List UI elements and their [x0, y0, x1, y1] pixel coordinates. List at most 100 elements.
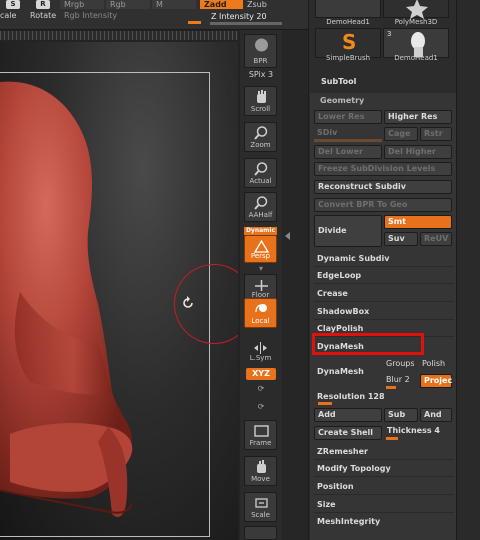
freeze-subdivision-button[interactable]: Freeze SubDivision Levels: [314, 162, 452, 176]
lsym-button[interactable]: L.Sym: [244, 338, 277, 364]
divider: [314, 512, 454, 513]
rotate-icon: R: [36, 0, 50, 9]
size-header[interactable]: Size: [317, 500, 336, 509]
scale-view-icon: [255, 498, 268, 508]
simplebrush-icon: S: [342, 30, 357, 54]
convert-bpr-button[interactable]: Convert BPR To Geo: [314, 198, 452, 212]
rotate-tool-button[interactable]: R Rotate: [30, 0, 56, 22]
persp-button[interactable]: Persp: [244, 235, 277, 263]
higher-res-button[interactable]: Higher Res: [384, 110, 452, 124]
cage-button[interactable]: Cage: [384, 127, 418, 141]
reconstruct-subdiv-button[interactable]: Reconstruct Subdiv: [314, 180, 452, 194]
axis-y-icon[interactable]: ⟳: [240, 384, 282, 393]
del-lower-button[interactable]: Del Lower: [314, 145, 382, 159]
geometry-header[interactable]: Geometry: [320, 96, 364, 105]
crease-header[interactable]: Crease: [317, 289, 348, 298]
subtool-thumb-polymesh[interactable]: [383, 0, 449, 19]
polish-toggle[interactable]: Polish: [422, 359, 445, 368]
frame-button[interactable]: Frame: [244, 420, 277, 450]
subtool-header[interactable]: SubTool: [321, 77, 356, 86]
rgb-intensity-slider[interactable]: Rgb Intensity: [60, 10, 200, 22]
sdiv-slider[interactable]: SDiv: [317, 128, 337, 137]
groups-toggle[interactable]: Groups: [386, 359, 415, 368]
scroll-button[interactable]: Scroll: [244, 86, 277, 116]
axis-z-icon[interactable]: ⟳: [240, 402, 282, 411]
frame-icon: [254, 425, 269, 437]
and-button[interactable]: And: [420, 408, 452, 422]
local-label: Local: [251, 317, 270, 325]
edgeloop-header[interactable]: EdgeLoop: [317, 271, 361, 280]
lower-res-button[interactable]: Lower Res: [314, 110, 382, 124]
meshintegrity-header[interactable]: MeshIntegrity: [317, 517, 380, 526]
resolution-slider[interactable]: Resolution 128: [317, 392, 385, 401]
rotate-view-button[interactable]: [244, 526, 277, 540]
local-icon: [255, 304, 267, 313]
divider: [314, 266, 454, 267]
document-canvas[interactable]: [0, 42, 238, 540]
scale-tool-button[interactable]: S cale: [0, 0, 26, 22]
zsub-button[interactable]: Zsub: [247, 0, 281, 9]
blur-slider[interactable]: Blur 2: [386, 375, 410, 384]
smt-toggle[interactable]: Smt: [384, 215, 452, 229]
actual-label: Actual: [249, 177, 272, 185]
move-label: Move: [251, 475, 270, 483]
aahalf-label: AAHalf: [248, 211, 273, 219]
canvas-ruler: [0, 31, 238, 40]
rstr-button[interactable]: Rstr: [420, 127, 452, 141]
suv-toggle[interactable]: Suv: [384, 232, 418, 246]
reuv-button[interactable]: ReUV: [420, 232, 452, 246]
dynamic-subdiv-header[interactable]: Dynamic Subdiv: [317, 254, 389, 263]
symmetry-icon: [254, 342, 267, 354]
actual-button[interactable]: Actual: [244, 158, 277, 188]
modify-topology-header[interactable]: Modify Topology: [317, 464, 391, 473]
move-hand-icon: [257, 460, 266, 473]
chevron-down-icon: ▾: [258, 264, 263, 273]
dynamesh-header[interactable]: DynaMesh: [317, 342, 364, 351]
subtool-thumb-label: DemoHead1: [326, 18, 370, 26]
subtool-thumb-label: SimpleBrush: [325, 54, 371, 62]
divider: [314, 283, 454, 284]
aahalf-button[interactable]: AAHalf: [244, 192, 277, 222]
sdiv-track: [314, 139, 382, 142]
zremesher-header[interactable]: ZRemesher: [317, 447, 368, 456]
bpr-button[interactable]: BPR: [244, 34, 277, 68]
thumb-badge: 3: [387, 30, 392, 38]
z-intensity-track: [210, 22, 282, 25]
rgb-button[interactable]: Rgb: [106, 0, 150, 9]
blur-fill: [386, 386, 396, 389]
create-shell-button[interactable]: Create Shell: [314, 426, 382, 440]
lsym-label: L.Sym: [249, 354, 272, 362]
project-toggle[interactable]: Projec: [420, 374, 452, 388]
claypolish-header[interactable]: ClayPolish: [317, 324, 363, 333]
m-button[interactable]: M: [152, 0, 196, 9]
scale-view-button[interactable]: Scale: [244, 492, 277, 522]
thickness-slider[interactable]: Thickness 4: [387, 426, 440, 435]
xyz-button[interactable]: XYZ: [246, 368, 276, 380]
divider: [314, 301, 454, 302]
divide-button[interactable]: Divide: [314, 215, 382, 247]
local-button[interactable]: Local: [244, 298, 277, 328]
scale-view-label: Scale: [251, 511, 270, 519]
zadd-button[interactable]: Zadd: [200, 0, 243, 9]
star-icon: [406, 0, 428, 19]
move-button[interactable]: Move: [244, 456, 277, 486]
position-header[interactable]: Position: [317, 482, 354, 491]
sub-button[interactable]: Sub: [384, 408, 418, 422]
dynamic-toggle[interactable]: Dynamic: [244, 227, 277, 235]
scale-label: cale: [0, 11, 17, 20]
zoom-button[interactable]: Zoom: [244, 122, 277, 152]
subtool-thumb-label: DemoHead1: [394, 54, 438, 62]
shadowbox-header[interactable]: ShadowBox: [317, 307, 369, 316]
palette-collapse-strip[interactable]: [282, 30, 308, 540]
spix-label[interactable]: SPix 3: [240, 70, 282, 79]
palette-scrollbar[interactable]: [456, 0, 480, 540]
del-higher-button[interactable]: Del Higher: [384, 145, 452, 159]
collapse-arrow-icon[interactable]: [285, 232, 290, 240]
mrgb-button[interactable]: Mrgb: [60, 0, 104, 9]
magnifier-icon: [254, 126, 268, 140]
persp-label: Persp: [250, 252, 271, 260]
add-button[interactable]: Add: [314, 408, 382, 422]
subtool-thumb-demohead[interactable]: [315, 0, 381, 18]
dynamesh-button[interactable]: DynaMesh: [317, 367, 364, 376]
sphere-icon: [255, 38, 268, 52]
